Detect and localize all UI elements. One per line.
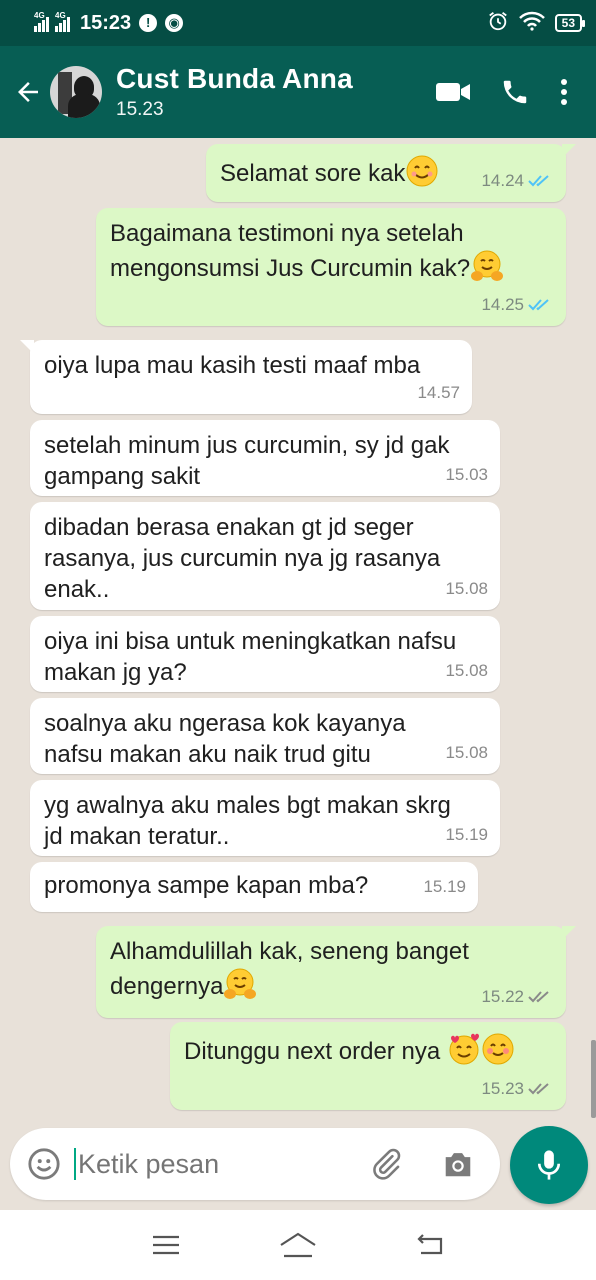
menu-lines-icon	[153, 1235, 179, 1255]
message-text: soalnya aku ngerasa kok kayanya nafsu ma…	[44, 710, 406, 768]
message-meta: 15.08	[445, 737, 488, 768]
home-button[interactable]	[268, 1220, 328, 1270]
message-meta: 14.57	[417, 377, 460, 408]
message-text: oiya lupa mau kasih testi maaf mba	[44, 352, 421, 379]
back-nav-icon	[417, 1234, 443, 1255]
text-caret	[74, 1148, 76, 1180]
message-time: 15.08	[445, 579, 488, 598]
message-bubble-incoming[interactable]: soalnya aku ngerasa kok kayanya nafsu ma…	[30, 698, 500, 774]
message-time: 14.24	[481, 171, 524, 190]
message-text: Ditunggu next order nya	[184, 1038, 447, 1065]
message-time: 15.23	[481, 1079, 524, 1098]
microphone-icon	[537, 1150, 561, 1180]
hugging-face-emoji-icon	[223, 967, 257, 1001]
signal-icon-2: 4G	[55, 11, 70, 32]
message-time: 15.08	[445, 743, 488, 762]
attach-button[interactable]	[360, 1138, 412, 1190]
read-double-check-icon	[528, 174, 554, 188]
smiling-face-with-hearts-emoji-icon	[447, 1032, 481, 1066]
video-camera-icon	[436, 83, 470, 101]
message-text: dibadan berasa enakan gt jd seger rasany…	[44, 514, 441, 603]
home-icon	[280, 1232, 316, 1258]
message-time: 15.19	[445, 825, 488, 844]
message-bubble-outgoing[interactable]: Bagaimana testimoni nya setelah mengonsu…	[96, 208, 566, 326]
delivered-double-check-icon	[528, 1082, 554, 1096]
message-bubble-outgoing[interactable]: Selamat sore kak 14.24	[206, 144, 576, 202]
alert-icon: !	[139, 14, 158, 32]
chat-area[interactable]: Selamat sore kak 14.24 Bagaimana testimo…	[0, 138, 596, 1122]
alarm-icon	[487, 10, 509, 37]
chrome-icon: ◉	[165, 14, 184, 32]
phone-icon	[503, 80, 527, 104]
recent-apps-button[interactable]	[136, 1220, 196, 1270]
message-bubble-outgoing[interactable]: Ditunggu next order nya 15.23	[170, 1022, 566, 1110]
camera-icon	[445, 1153, 471, 1177]
message-meta: 14.25	[481, 289, 554, 320]
message-text: Selamat sore kak	[220, 160, 406, 187]
read-double-check-icon	[528, 298, 554, 312]
message-text: yg awalnya aku males bgt makan skrg jd m…	[44, 792, 451, 850]
message-text: promonya sampe kapan mba?	[44, 872, 369, 899]
message-meta: 15.19	[445, 819, 488, 850]
video-call-button[interactable]	[422, 62, 484, 122]
camera-button[interactable]	[432, 1138, 484, 1190]
message-text: Alhamdulillah kak, seneng banget dengern…	[110, 938, 469, 1000]
message-meta: 15.08	[445, 655, 488, 686]
message-time: 15.19	[423, 877, 466, 896]
more-options-button[interactable]	[546, 62, 582, 122]
back-button[interactable]	[6, 62, 50, 122]
message-bubble-incoming[interactable]: oiya ini bisa untuk meningkatkan nafsu m…	[30, 616, 500, 692]
message-bubble-incoming[interactable]: promonya sampe kapan mba? 15.19	[30, 862, 478, 912]
emoji-button[interactable]	[18, 1138, 70, 1190]
hugging-face-emoji-icon	[470, 249, 504, 283]
network-type-label-2: 4G	[55, 11, 66, 20]
message-input[interactable]	[78, 1148, 348, 1180]
message-bubble-incoming[interactable]: setelah minum jus curcumin, sy jd gak ga…	[30, 420, 500, 496]
contact-info[interactable]: Cust Bunda Anna 15.23	[116, 63, 422, 121]
chat-scrollbar[interactable]	[591, 1040, 596, 1118]
message-time: 14.25	[481, 295, 524, 314]
message-text: oiya ini bisa untuk meningkatkan nafsu m…	[44, 628, 457, 686]
message-meta: 15.19	[423, 871, 466, 902]
message-meta: 15.03	[445, 459, 488, 490]
message-meta: 15.22	[481, 981, 554, 1012]
message-bubble-incoming[interactable]: oiya lupa mau kasih testi maaf mba 14.57	[20, 340, 472, 414]
emoji-icon	[28, 1148, 60, 1180]
system-nav-bar	[0, 1210, 596, 1280]
message-text: Bagaimana testimoni nya setelah mengonsu…	[110, 220, 471, 282]
wifi-icon	[518, 11, 545, 36]
status-bar: 4G 4G 15:23 ! ◉ 53	[0, 0, 596, 46]
avatar[interactable]	[50, 66, 102, 118]
signal-icon: 4G	[34, 11, 49, 32]
network-type-label: 4G	[34, 11, 45, 20]
message-bubble-incoming[interactable]: dibadan berasa enakan gt jd seger rasany…	[30, 502, 500, 610]
contact-name: Cust Bunda Anna	[116, 63, 353, 94]
back-arrow-icon	[18, 82, 38, 102]
voice-call-button[interactable]	[484, 62, 546, 122]
voice-record-button[interactable]	[510, 1126, 588, 1204]
message-time: 15.22	[481, 987, 524, 1006]
message-meta: 15.08	[445, 573, 488, 604]
paperclip-icon	[373, 1148, 401, 1180]
status-time: 15:23	[80, 11, 132, 34]
back-nav-button[interactable]	[400, 1220, 460, 1270]
delivered-double-check-icon	[528, 990, 554, 1004]
message-composer	[0, 1122, 596, 1210]
smiling-face-blush-emoji-icon	[481, 1032, 515, 1066]
last-seen: 15.23	[116, 99, 164, 120]
more-vertical-icon	[561, 79, 567, 105]
message-meta: 14.24	[481, 165, 554, 196]
message-bubble-outgoing[interactable]: Alhamdulillah kak, seneng banget dengern…	[96, 926, 576, 1018]
message-time: 15.08	[445, 661, 488, 680]
smiling-face-emoji-icon	[405, 154, 439, 188]
chat-header: Cust Bunda Anna 15.23	[0, 46, 596, 138]
battery-indicator: 53	[554, 14, 586, 32]
message-time: 14.57	[417, 383, 460, 402]
message-meta: 15.23	[481, 1073, 554, 1104]
message-input-container	[10, 1128, 500, 1200]
message-text: setelah minum jus curcumin, sy jd gak ga…	[44, 432, 450, 490]
message-bubble-incoming[interactable]: yg awalnya aku males bgt makan skrg jd m…	[30, 780, 500, 856]
message-time: 15.03	[445, 465, 488, 484]
